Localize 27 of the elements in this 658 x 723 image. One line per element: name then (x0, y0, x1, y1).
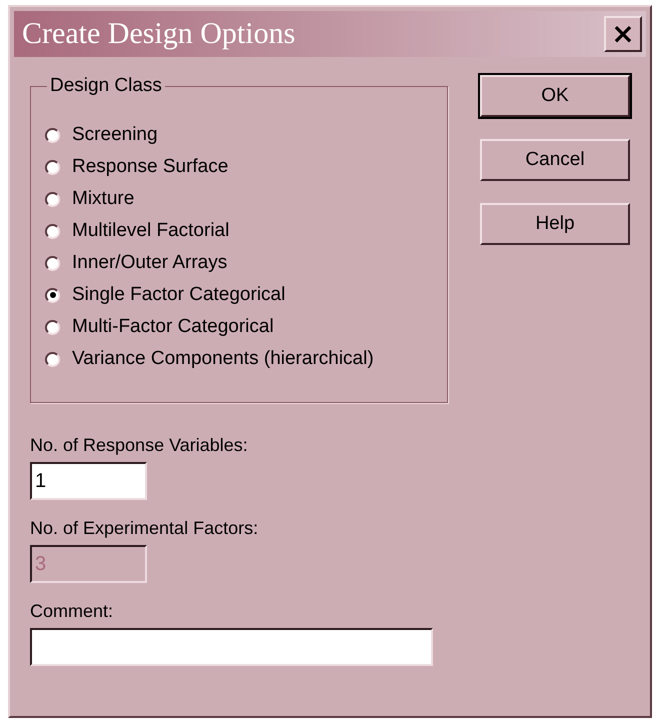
close-button[interactable]: × (604, 16, 642, 52)
dialog-button[interactable]: Help (480, 203, 630, 245)
input-field[interactable] (30, 628, 433, 666)
field-label: No. of Experimental Factors: (30, 518, 258, 539)
option-label[interactable]: Single Factor Categorical (72, 284, 286, 306)
radio-button[interactable] (45, 288, 60, 302)
radio-button[interactable] (45, 192, 60, 206)
radio-button[interactable] (45, 160, 60, 174)
dialog-button[interactable]: Cancel (480, 139, 630, 181)
radio-button[interactable] (45, 256, 60, 270)
group-title: Design Class (49, 75, 163, 97)
dialog-button[interactable]: OK (480, 75, 630, 117)
option-label[interactable]: Variance Components (hierarchical) (72, 348, 374, 370)
option-label[interactable]: Response Surface (72, 156, 228, 178)
option-label[interactable]: Multilevel Factorial (72, 220, 230, 242)
field-label: No. of Response Variables: (30, 435, 248, 456)
radio-button[interactable] (45, 224, 60, 238)
input-field[interactable]: 1 (30, 462, 147, 500)
radio-button[interactable] (45, 352, 60, 366)
window-title: Create Design Options (22, 17, 296, 51)
radio-button[interactable] (45, 128, 60, 142)
option-label[interactable]: Inner/Outer Arrays (72, 252, 228, 274)
option-label[interactable]: Multi-Factor Categorical (72, 316, 274, 338)
field-label: Comment: (30, 601, 114, 622)
option-label[interactable]: Mixture (72, 188, 134, 210)
radio-button[interactable] (45, 320, 60, 334)
option-label[interactable]: Screening (72, 124, 158, 146)
